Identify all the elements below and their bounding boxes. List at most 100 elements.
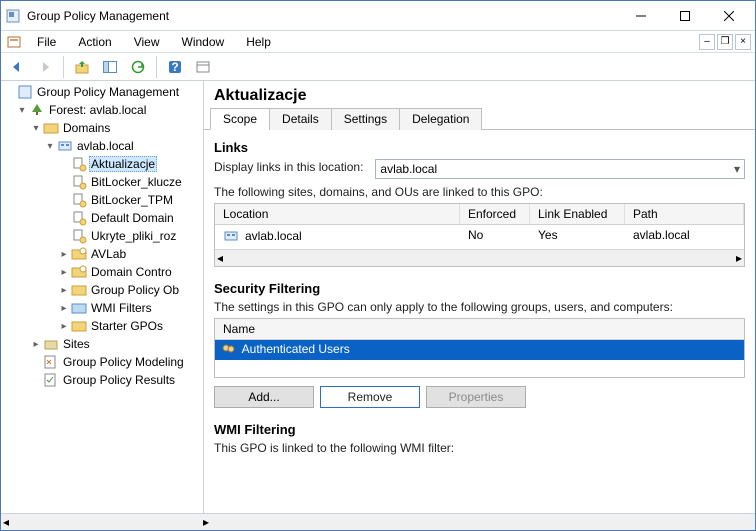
help-button[interactable]: ?: [163, 55, 187, 79]
links-grid-scrollbar[interactable]: ◂ ▸: [215, 249, 744, 266]
links-grid-header: Location Enforced Link Enabled Path: [215, 204, 744, 225]
svg-text:?: ?: [171, 60, 178, 74]
wmi-description: This GPO is linked to the following WMI …: [214, 441, 745, 455]
tree-domains[interactable]: ▾ Domains: [1, 119, 203, 137]
tree-gpo-default-domain[interactable]: Default Domain: [1, 209, 203, 227]
menu-file[interactable]: File: [27, 33, 66, 51]
close-button[interactable]: [707, 2, 751, 30]
domain-icon: [57, 138, 73, 154]
tab-details[interactable]: Details: [269, 108, 332, 130]
window-controls: [619, 2, 751, 30]
results-icon: [43, 372, 59, 388]
mdi-minimize-icon[interactable]: –: [699, 34, 715, 50]
menu-view[interactable]: View: [124, 33, 170, 51]
tree-root[interactable]: Group Policy Management: [1, 83, 203, 101]
remove-button[interactable]: Remove: [320, 386, 420, 408]
tree-wmi-filters[interactable]: ▸ WMI Filters: [1, 299, 203, 317]
tree-hscrollbar[interactable]: ◂ ▸: [1, 513, 755, 530]
tree-ou-domain-controllers[interactable]: ▸ Domain Contro: [1, 263, 203, 281]
tree-results[interactable]: Group Policy Results: [1, 371, 203, 389]
tree-group-policy-objects[interactable]: ▸ Group Policy Ob: [1, 281, 203, 299]
app-icon: [5, 8, 21, 24]
ou-icon: [71, 264, 87, 280]
content-pane: Aktualizacje Scope Details Settings Dele…: [204, 81, 755, 513]
scope-panel: Links Display links in this location: av…: [204, 130, 755, 513]
mmc-icon: [7, 34, 23, 50]
window-title: Group Policy Management: [23, 9, 619, 23]
content-title: Aktualizacje: [204, 81, 755, 107]
gpo-link-icon: [71, 192, 87, 208]
col-location[interactable]: Location: [215, 204, 460, 224]
mdi-close-icon[interactable]: ×: [735, 34, 751, 50]
security-col-name[interactable]: Name: [215, 319, 744, 340]
tree-forest[interactable]: ▾ Forest: avlab.local: [1, 101, 203, 119]
gpo-link-icon: [71, 210, 87, 226]
gpm-icon: [17, 84, 33, 100]
body: Group Policy Management ▾ Forest: avlab.…: [1, 81, 755, 513]
mdi-restore-icon[interactable]: ❐: [717, 34, 733, 50]
col-path[interactable]: Path: [625, 204, 744, 224]
tab-delegation[interactable]: Delegation: [399, 108, 482, 130]
minimize-button[interactable]: [619, 2, 663, 30]
scroll-left-icon[interactable]: ◂: [3, 515, 9, 529]
starter-icon: [71, 318, 87, 334]
tree-domain[interactable]: ▾ avlab.local: [1, 137, 203, 155]
refresh-button[interactable]: [126, 55, 150, 79]
app-window: Group Policy Management File Action View…: [0, 0, 756, 531]
extra-button[interactable]: [191, 55, 215, 79]
scroll-right-icon[interactable]: ▸: [736, 251, 742, 265]
tree-gpo-bitlocker-tpm[interactable]: BitLocker_TPM: [1, 191, 203, 209]
gpo-link-icon: [71, 174, 87, 190]
links-grid[interactable]: Location Enforced Link Enabled Path avla…: [214, 203, 745, 267]
links-description: The following sites, domains, and OUs ar…: [214, 185, 745, 199]
tree-sites[interactable]: ▸ Sites: [1, 335, 203, 353]
menu-help[interactable]: Help: [236, 33, 281, 51]
sites-icon: [43, 336, 59, 352]
wmi-icon: [71, 300, 87, 316]
tab-scope[interactable]: Scope: [210, 108, 270, 130]
gpo-link-icon: [71, 228, 87, 244]
up-button[interactable]: [70, 55, 94, 79]
links-location-combo[interactable]: avlab.local: [375, 159, 745, 179]
links-row[interactable]: avlab.local No Yes avlab.local: [215, 225, 744, 247]
domains-folder-icon: [43, 120, 59, 136]
security-title: Security Filtering: [214, 281, 745, 296]
wmi-title: WMI Filtering: [214, 422, 745, 437]
col-enforced[interactable]: Enforced: [460, 204, 530, 224]
tree-gpo-ukryte-pliki[interactable]: Ukryte_pliki_roz: [1, 227, 203, 245]
security-buttons: Add... Remove Properties: [214, 386, 745, 408]
menu-window[interactable]: Window: [172, 33, 235, 51]
domain-icon: [223, 228, 239, 244]
menubar: File Action View Window Help – ❐ ×: [1, 31, 755, 53]
scroll-right-icon[interactable]: ▸: [203, 515, 209, 529]
mdi-controls: – ❐ ×: [699, 34, 751, 50]
ou-icon: [71, 246, 87, 262]
forest-icon: [29, 102, 45, 118]
links-title: Links: [214, 140, 745, 155]
gpo-link-icon: [71, 156, 87, 172]
col-link-enabled[interactable]: Link Enabled: [530, 204, 625, 224]
back-button[interactable]: [5, 55, 29, 79]
users-icon: [221, 342, 237, 358]
tree-modeling[interactable]: Group Policy Modeling: [1, 353, 203, 371]
tab-settings[interactable]: Settings: [331, 108, 400, 130]
tree-starter-gpos[interactable]: ▸ Starter GPOs: [1, 317, 203, 335]
maximize-button[interactable]: [663, 2, 707, 30]
titlebar: Group Policy Management: [1, 1, 755, 31]
nav-tree[interactable]: Group Policy Management ▾ Forest: avlab.…: [1, 81, 204, 513]
forward-button[interactable]: [33, 55, 57, 79]
add-button[interactable]: Add...: [214, 386, 314, 408]
security-row-authenticated-users[interactable]: Authenticated Users: [215, 340, 744, 360]
show-hide-tree-button[interactable]: [98, 55, 122, 79]
security-list[interactable]: Name Authenticated Users: [214, 318, 745, 378]
scroll-left-icon[interactable]: ◂: [217, 251, 223, 265]
security-description: The settings in this GPO can only apply …: [214, 300, 745, 314]
links-display-label: Display links in this location:: [214, 160, 363, 174]
toolbar: ?: [1, 53, 755, 81]
properties-button[interactable]: Properties: [426, 386, 526, 408]
tree-gpo-aktualizacje[interactable]: Aktualizacje: [1, 155, 203, 173]
menu-action[interactable]: Action: [68, 33, 121, 51]
tree-ou-avlab[interactable]: ▸ AVLab: [1, 245, 203, 263]
tree-gpo-bitlocker-klucze[interactable]: BitLocker_klucze: [1, 173, 203, 191]
tab-strip: Scope Details Settings Delegation: [204, 107, 755, 130]
